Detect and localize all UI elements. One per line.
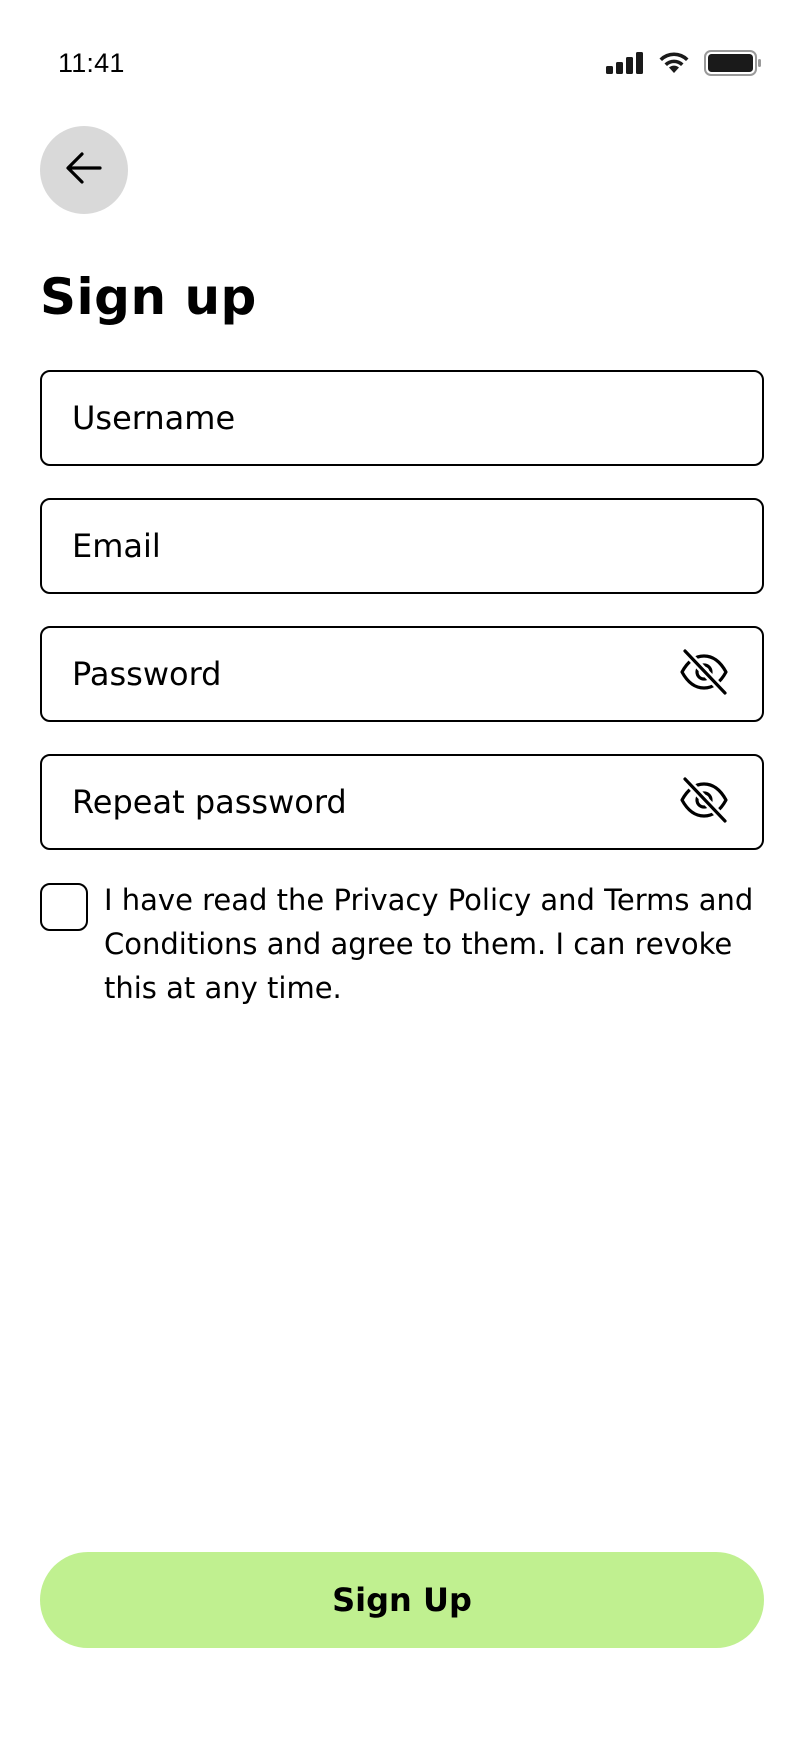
- password-field[interactable]: [40, 626, 764, 722]
- consent-row: I have read the Privacy Policy and Terms…: [40, 882, 764, 1010]
- signup-screen: 11:41 Sign up Username Email I have read…: [0, 0, 804, 1748]
- password-input[interactable]: [72, 655, 678, 693]
- page-title: Sign up: [40, 268, 257, 326]
- status-icons: [606, 50, 762, 80]
- status-time: 11:41: [58, 48, 125, 78]
- back-button[interactable]: [40, 126, 128, 214]
- repeat-password-visibility-toggle[interactable]: [678, 776, 730, 828]
- repeat-password-input[interactable]: [72, 783, 678, 821]
- cellular-signal-icon: [606, 52, 644, 78]
- email-input[interactable]: [72, 527, 732, 565]
- wifi-icon: [658, 51, 690, 79]
- status-bar: 11:41: [0, 0, 804, 130]
- repeat-password-field[interactable]: [40, 754, 764, 850]
- consent-text: I have read the Privacy Policy and Terms…: [104, 883, 754, 1005]
- signup-button[interactable]: Sign Up: [40, 1552, 764, 1648]
- consent-checkbox[interactable]: [40, 883, 88, 931]
- username-field[interactable]: [40, 370, 764, 466]
- eye-off-icon: [679, 776, 729, 828]
- password-visibility-toggle[interactable]: [678, 648, 730, 700]
- username-input[interactable]: [72, 399, 732, 437]
- battery-icon: [704, 50, 762, 80]
- email-field[interactable]: [40, 498, 764, 594]
- arrow-left-icon: [64, 150, 104, 190]
- eye-off-icon: [679, 648, 729, 700]
